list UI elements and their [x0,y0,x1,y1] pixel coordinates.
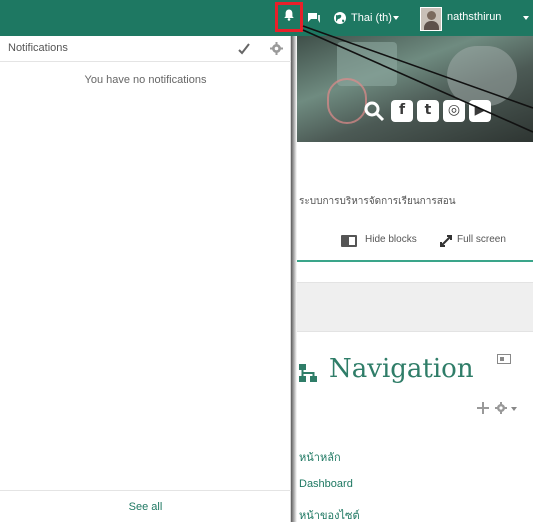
notifications-header: Notifications [0,36,291,62]
gear-icon[interactable] [270,42,283,55]
globe-icon[interactable] [333,11,347,25]
chevron-down-icon [523,16,529,20]
nav-link-home[interactable]: หน้าหลัก [299,448,341,466]
nav-link-site-pages[interactable]: หน้าของไซต์ [299,506,360,522]
chat-icon[interactable] [307,12,321,24]
expand-icon[interactable] [439,234,453,248]
content-band [297,282,533,332]
see-all-link[interactable]: See all [0,501,291,513]
full-screen-button[interactable]: Full screen [457,234,506,245]
notifications-toggle-button[interactable] [275,2,303,32]
user-menu-label[interactable]: nathsthirun [447,11,501,23]
top-navbar: Thai (th) nathsthirun [0,0,533,36]
divider [297,260,533,262]
facebook-icon[interactable]: f [391,100,413,122]
sitemap-icon [299,364,317,382]
navigation-block-title: Navigation [329,354,474,384]
hide-blocks-icon[interactable] [341,235,357,247]
site-subtitle: ระบบการบริหารจัดการเรียนการสอน [299,196,456,207]
instagram-icon[interactable]: ◎ [443,100,465,122]
search-icon[interactable] [363,100,385,122]
nav-link-dashboard[interactable]: Dashboard [299,478,353,490]
notifications-title: Notifications [8,42,68,54]
chevron-down-icon [393,16,399,20]
check-icon[interactable] [237,42,251,56]
header-banner: f t ◎ ▶ [297,36,533,142]
empty-notifications-message: You have no notifications [84,74,207,86]
notifications-footer: See all [0,490,291,522]
bell-icon [284,9,294,21]
chevron-down-icon [511,407,517,411]
youtube-icon[interactable]: ▶ [469,100,491,122]
user-avatar[interactable] [420,7,442,31]
hide-blocks-button[interactable]: Hide blocks [365,234,417,245]
gear-icon[interactable] [495,402,507,414]
move-icon[interactable] [477,402,489,414]
course-page: f t ◎ ▶ ระบบการบริหารจัดการเรียนการสอน H… [297,36,533,522]
twitter-icon[interactable]: t [417,100,439,122]
dock-block-icon[interactable] [497,354,511,364]
notifications-popover: Notifications You have no notifications … [0,36,291,522]
language-menu-label[interactable]: Thai (th) [351,12,392,24]
